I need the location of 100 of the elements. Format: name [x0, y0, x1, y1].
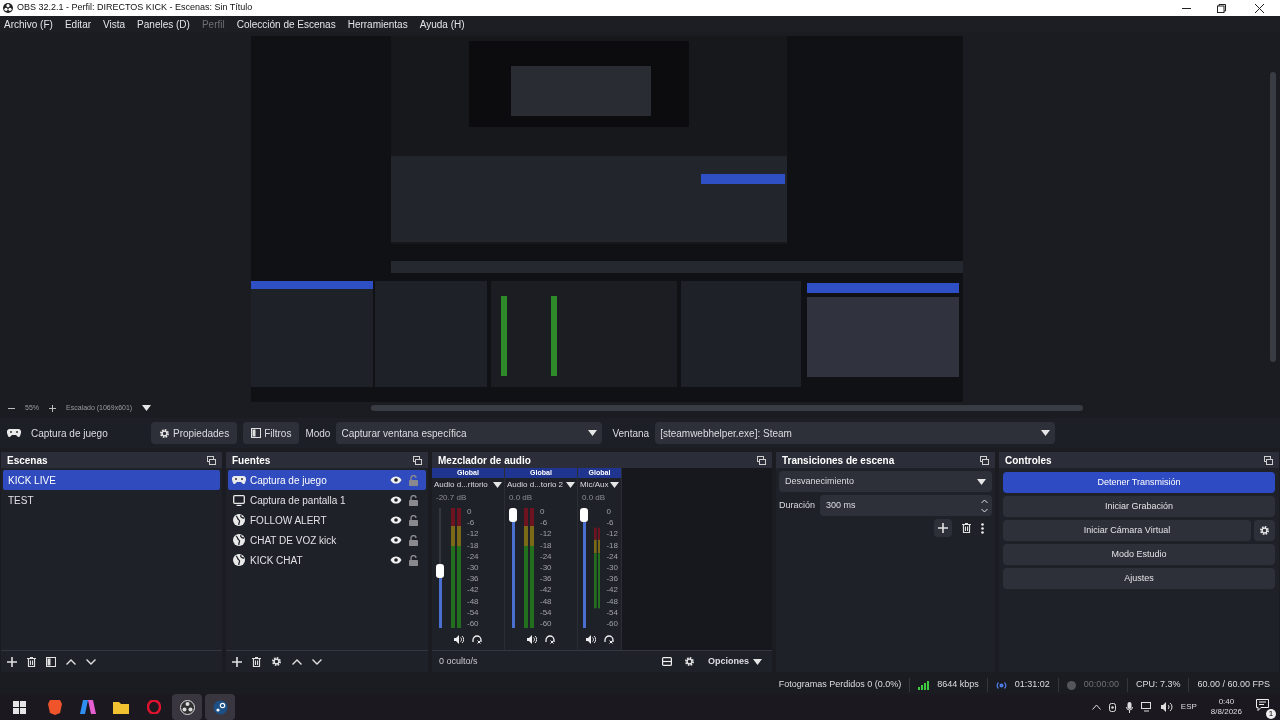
menu-item[interactable]: Editar: [62, 16, 94, 32]
undock-icon[interactable]: [207, 455, 216, 465]
scale-label: -54: [540, 608, 552, 617]
scene-item[interactable]: KICK LIVE: [3, 470, 220, 490]
volume-icon[interactable]: [1160, 702, 1173, 712]
visibility-eye-icon[interactable]: [390, 476, 402, 484]
move-up-icon[interactable]: [292, 658, 302, 665]
unlocked-padlock-icon[interactable]: [409, 534, 418, 546]
channel-name-dropdown[interactable]: Audio d...torio 2: [505, 478, 577, 492]
filter-panel-icon[interactable]: [46, 656, 56, 667]
record-time: 00:00:00: [1083, 678, 1119, 692]
undock-icon[interactable]: [980, 455, 989, 465]
undock-icon[interactable]: [757, 455, 766, 465]
microphone-icon[interactable]: [1125, 701, 1133, 713]
undock-icon[interactable]: [1264, 455, 1273, 465]
more-options-icon[interactable]: [981, 522, 984, 534]
slider-thumb[interactable]: [436, 564, 444, 579]
filters-button[interactable]: Filtros: [243, 422, 300, 444]
add-icon[interactable]: [938, 523, 948, 533]
settings-icon[interactable]: [271, 656, 282, 667]
add-icon[interactable]: [232, 656, 242, 667]
globe-icon: [233, 554, 245, 566]
channel-name-dropdown[interactable]: Mic/Aux: [578, 478, 621, 492]
mode-dropdown[interactable]: Capturar ventana específica: [336, 422, 603, 444]
volume-slider[interactable]: [508, 508, 518, 628]
speaker-icon[interactable]: [527, 634, 537, 644]
slider-thumb[interactable]: [509, 508, 517, 522]
channel-name-dropdown[interactable]: Audio d...ritorio: [432, 478, 504, 492]
layout-icon[interactable]: [662, 657, 672, 666]
camera-icon[interactable]: [1108, 701, 1118, 713]
transition-dropdown[interactable]: Desvanecimiento: [779, 471, 992, 492]
scene-item[interactable]: TEST: [3, 490, 220, 510]
menu-item[interactable]: Colección de Escenas: [234, 16, 338, 32]
visibility-eye-icon[interactable]: [390, 496, 402, 504]
four-squares-icon: [12, 700, 26, 714]
virtual-camera-settings-button[interactable]: [1254, 520, 1275, 541]
close-icon[interactable]: [1255, 3, 1264, 13]
gear-icon[interactable]: [159, 427, 170, 439]
restore-icon[interactable]: [1217, 3, 1226, 13]
menu-item[interactable]: Herramientas: [345, 16, 410, 32]
move-down-icon[interactable]: [86, 658, 96, 665]
scale-label: -36: [467, 575, 479, 584]
source-item[interactable]: CHAT DE VOZ kick: [228, 530, 426, 550]
source-item[interactable]: FOLLOW ALERT: [228, 510, 426, 530]
control-button[interactable]: Detener Transmisión: [1003, 472, 1275, 493]
scale-label: 0: [606, 508, 612, 516]
menu-item[interactable]: Ayuda (H): [417, 16, 467, 32]
volume-slider[interactable]: [435, 508, 445, 628]
visibility-eye-icon[interactable]: [390, 516, 402, 524]
control-button[interactable]: Modo Estudio: [1003, 544, 1275, 565]
trash-icon[interactable]: [962, 523, 971, 533]
volume-reading: 0.0 dB: [581, 492, 607, 504]
scale-label: -30: [606, 563, 618, 572]
trash-icon[interactable]: [252, 656, 261, 667]
volume-slider[interactable]: [581, 508, 588, 628]
zoom-in-icon[interactable]: [49, 404, 56, 412]
menu-item[interactable]: Archivo (F): [2, 16, 55, 32]
unlocked-padlock-icon[interactable]: [409, 554, 418, 566]
scale-label: -48: [540, 597, 552, 606]
speaker-icon[interactable]: [585, 634, 596, 644]
headphones-icon[interactable]: [545, 634, 555, 644]
visibility-eye-icon[interactable]: [390, 536, 402, 544]
options-button[interactable]: Opciones: [708, 654, 762, 669]
menu-item[interactable]: Paneles (D): [135, 16, 192, 32]
unlocked-padlock-icon[interactable]: [409, 514, 418, 526]
source-item[interactable]: Captura de juego: [228, 470, 426, 490]
advanced-audio-icon[interactable]: [683, 656, 695, 667]
chevron-up-icon[interactable]: [1091, 704, 1101, 710]
scrollbar[interactable]: [371, 405, 1084, 411]
control-button[interactable]: Ajustes: [1003, 568, 1275, 589]
unlocked-padlock-icon[interactable]: [409, 494, 418, 506]
gear-icon[interactable]: [1259, 525, 1270, 536]
duration-spinbox[interactable]: 300 ms: [820, 495, 992, 516]
input-language[interactable]: ESP: [1180, 701, 1197, 713]
headphones-icon[interactable]: [603, 634, 614, 644]
speaker-icon[interactable]: [454, 634, 464, 644]
slider-thumb[interactable]: [580, 508, 589, 522]
clock-time[interactable]: 0:40: [1218, 697, 1235, 707]
taskbar-app-icon[interactable]: [205, 694, 235, 720]
taskbar-app-icon[interactable]: [172, 694, 202, 720]
visibility-eye-icon[interactable]: [390, 556, 402, 564]
spin-arrows-icon[interactable]: [981, 498, 988, 513]
scrollbar[interactable]: [1270, 72, 1276, 362]
scale-label: -54: [467, 608, 479, 617]
network-icon[interactable]: [1140, 702, 1153, 712]
undock-icon[interactable]: [413, 455, 422, 465]
scale-label: -18: [467, 541, 479, 550]
menu-item[interactable]: Vista: [101, 16, 128, 32]
trash-icon[interactable]: [27, 656, 36, 667]
source-item[interactable]: Captura de pantalla 1: [228, 490, 426, 510]
headphones-icon[interactable]: [472, 634, 482, 644]
control-button[interactable]: Iniciar Grabación: [1003, 496, 1275, 517]
properties-button[interactable]: Propiedades: [151, 422, 238, 444]
source-item[interactable]: KICK CHAT: [228, 550, 426, 570]
clock-date[interactable]: 8/8/2026: [1210, 707, 1242, 717]
move-down-icon[interactable]: [312, 658, 322, 665]
add-icon[interactable]: [7, 656, 17, 667]
window-dropdown[interactable]: [steamwebhelper.exe]: Steam: [655, 422, 1056, 444]
control-button[interactable]: Iniciar Cámara Virtual: [1003, 520, 1251, 541]
move-up-icon[interactable]: [66, 658, 76, 665]
